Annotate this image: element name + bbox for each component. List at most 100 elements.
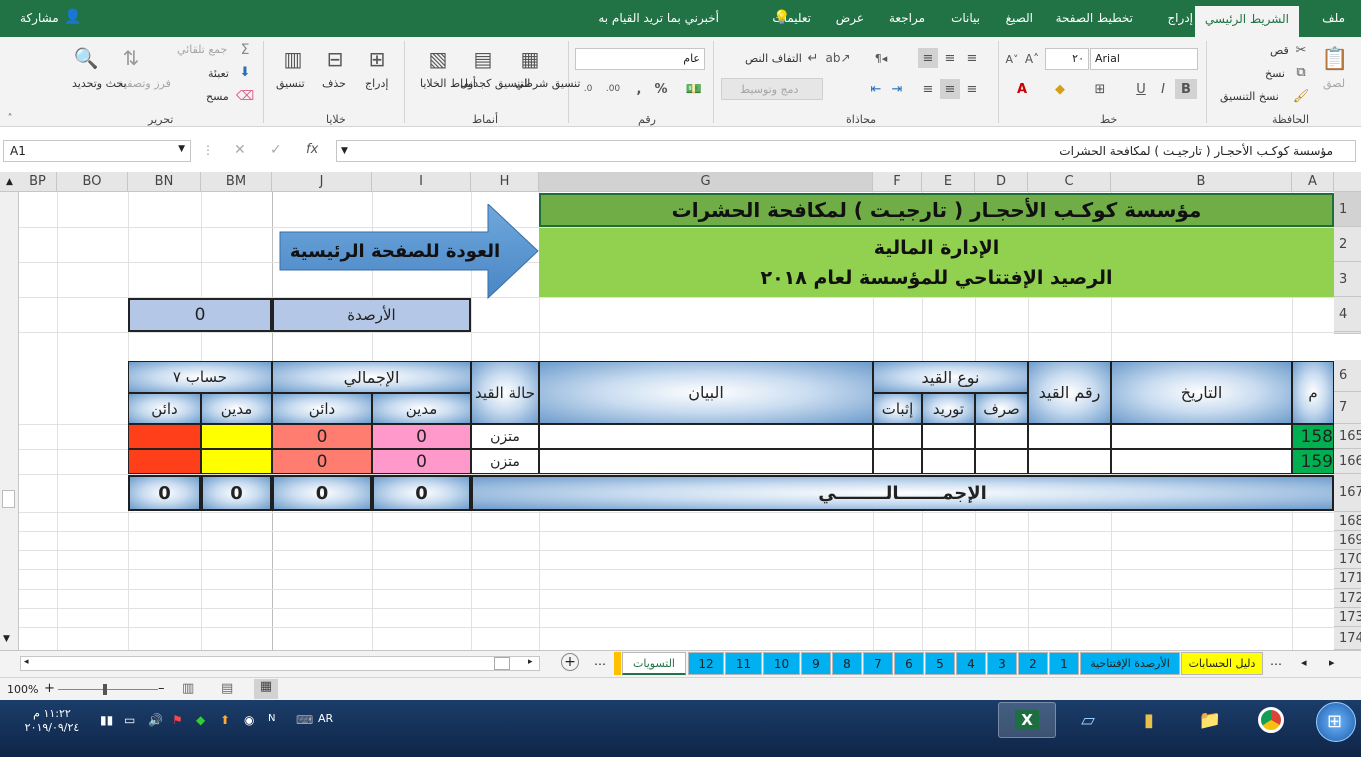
sheet-tab-9[interactable]: 9 — [801, 652, 831, 675]
scissors-icon[interactable]: ✂ — [1293, 42, 1309, 58]
insert-function-icon[interactable]: fx — [306, 142, 318, 157]
table-cell-acc7-credit[interactable] — [128, 424, 201, 449]
row-header-1[interactable]: 1 — [1334, 192, 1361, 227]
update-icon[interactable]: ⬆ — [220, 713, 230, 727]
outdent-icon[interactable]: ⇤ — [866, 79, 886, 99]
balances-value[interactable]: 0 — [128, 298, 272, 332]
tell-me-search[interactable]: أخبرني بما تريد القيام به — [598, 11, 719, 25]
tab-data[interactable]: بيانات — [951, 11, 980, 25]
taskbar-app-files[interactable]: ▮ — [1120, 702, 1178, 738]
table-cell-credit[interactable]: 0 — [272, 424, 372, 449]
row-header-170[interactable]: 170 — [1334, 550, 1361, 569]
format-painter-icon[interactable]: 🖌 — [1293, 88, 1310, 104]
row-header-165[interactable]: 165 — [1334, 424, 1361, 449]
insert-cells-icon[interactable]: ⊞ — [362, 44, 392, 74]
formula-input[interactable]: مؤسسة كوكـب الأحجـار ( تارجيـت ) لمكافحة… — [336, 140, 1356, 162]
zoom-slider-thumb[interactable] — [103, 684, 107, 695]
font-name-select[interactable]: Arial — [1090, 48, 1198, 70]
paste-icon[interactable]: 📋 — [1320, 44, 1350, 74]
delete-cells-button[interactable]: حذف — [322, 77, 346, 90]
keyboard-icon[interactable]: ⌨ — [296, 713, 313, 727]
column-header-bp[interactable]: BP — [19, 172, 57, 192]
sheet-tab-5[interactable]: 5 — [925, 652, 955, 675]
text-direction-icon[interactable]: ¶◂ — [870, 48, 892, 68]
scroll-left-icon[interactable]: ◂ — [24, 657, 29, 667]
h-scrollbar-thumb[interactable] — [494, 657, 510, 670]
column-header-h[interactable]: H — [471, 172, 539, 192]
table-cell-status[interactable]: متزن — [471, 424, 539, 449]
more-tabs-icon[interactable]: … — [1270, 654, 1282, 668]
nvidia-icon[interactable]: N — [268, 713, 275, 724]
decrease-font-icon[interactable]: A˅ — [1003, 50, 1021, 68]
table-cell-spend[interactable] — [975, 449, 1028, 474]
expand-formula-icon[interactable]: ▼ — [341, 146, 348, 156]
totals-debit[interactable]: 0 — [372, 475, 471, 511]
scroll-down-icon[interactable]: ▼ — [3, 634, 10, 644]
table-cell-acc7-credit[interactable] — [128, 449, 201, 474]
conditional-format-icon[interactable]: ▦ — [515, 44, 545, 74]
table-cell-entry-no[interactable] — [1028, 424, 1111, 449]
table-cell-acc7-debit[interactable] — [201, 449, 272, 474]
scroll-up-icon[interactable]: ▲ — [0, 172, 19, 192]
sheet-tab-12[interactable]: 12 — [688, 652, 724, 675]
column-header-f[interactable]: F — [873, 172, 922, 192]
zoom-level[interactable]: 100% — [7, 683, 38, 696]
table-cell-acc7-debit[interactable] — [201, 424, 272, 449]
column-header-i[interactable]: I — [372, 172, 471, 192]
paste-button[interactable]: لصق — [1323, 77, 1345, 90]
sheet-tab-adjustments[interactable]: التسويات — [622, 652, 686, 675]
sheet-tab-4[interactable]: 4 — [956, 652, 986, 675]
sheet-tab-7[interactable]: 7 — [863, 652, 893, 675]
orientation-icon[interactable]: ab↗ — [825, 48, 850, 68]
add-sheet-icon[interactable]: + — [561, 653, 579, 671]
sheet-tab-10[interactable]: 10 — [763, 652, 800, 675]
row-header-7[interactable]: 7 — [1334, 392, 1361, 424]
copy-icon[interactable]: ⧉ — [1293, 64, 1309, 80]
row-header-174[interactable]: 174 — [1334, 627, 1361, 650]
more-tabs-right-icon[interactable]: … — [594, 654, 606, 668]
horizontal-scrollbar[interactable] — [20, 656, 540, 671]
eraser-icon[interactable]: ⌫ — [236, 88, 254, 104]
start-button[interactable]: ⊞ — [1316, 702, 1356, 742]
sort-filter-icon[interactable]: ⇅ — [115, 44, 147, 72]
enter-icon[interactable]: ✓ — [270, 142, 282, 158]
table-cell-supply[interactable] — [922, 449, 975, 474]
align-center-icon[interactable]: ≡ — [940, 79, 960, 99]
tab-file[interactable]: ملف — [1322, 11, 1345, 25]
column-header-j[interactable]: J — [272, 172, 372, 192]
scroll-tabs-left-icon[interactable]: ◂ — [1301, 656, 1307, 669]
collapse-ribbon-icon[interactable]: ˄ — [4, 112, 16, 124]
insert-cells-button[interactable]: إدراج — [365, 77, 388, 90]
totals-bm[interactable]: 0 — [201, 475, 272, 511]
clear-button[interactable]: مسح — [206, 90, 229, 103]
select-all-corner[interactable] — [1334, 172, 1361, 192]
share-person-icon[interactable]: 👤 — [64, 9, 81, 25]
taskbar-explorer[interactable]: 📁 — [1181, 702, 1239, 738]
tab-review[interactable]: مراجعة — [889, 11, 925, 25]
fill-color-icon[interactable]: ◆ — [1050, 79, 1070, 99]
scroll-tabs-right-icon[interactable]: ▸ — [1329, 656, 1335, 669]
underline-icon[interactable]: U — [1131, 79, 1151, 99]
table-cell-status[interactable]: متزن — [471, 449, 539, 474]
table-cell-entry-no[interactable] — [1028, 449, 1111, 474]
sheet-tab-opening-balances[interactable]: الأرصدة الإفتتاحية — [1080, 652, 1180, 675]
taskbar-chrome[interactable] — [1242, 702, 1300, 738]
format-cells-button[interactable]: تنسيق — [276, 77, 305, 90]
volume-icon[interactable]: 🔊 — [148, 713, 163, 727]
share-button[interactable]: مشاركة — [20, 11, 59, 25]
table-row-m[interactable]: 158 — [1292, 424, 1334, 449]
clock[interactable]: ١١:٢٢ م ٢٠١٩/٠٩/٢٤ — [20, 707, 84, 735]
column-header-bn[interactable]: BN — [128, 172, 201, 192]
language-indicator[interactable]: AR — [318, 712, 333, 725]
align-top-icon[interactable]: ≡ — [962, 48, 982, 68]
align-right-icon[interactable]: ≡ — [962, 79, 982, 99]
table-cell-debit[interactable]: 0 — [372, 449, 471, 474]
sheet-tab-8[interactable]: 8 — [832, 652, 862, 675]
column-header-bo[interactable]: BO — [57, 172, 128, 192]
table-cell-date[interactable] — [1111, 449, 1292, 474]
name-box[interactable]: A1 ▼ — [3, 140, 191, 162]
zoom-slider[interactable] — [58, 689, 158, 690]
taskbar-excel[interactable]: X — [998, 702, 1056, 738]
back-to-home-label[interactable]: العودة للصفحة الرئيسية — [282, 232, 508, 270]
table-cell-debit[interactable]: 0 — [372, 424, 471, 449]
